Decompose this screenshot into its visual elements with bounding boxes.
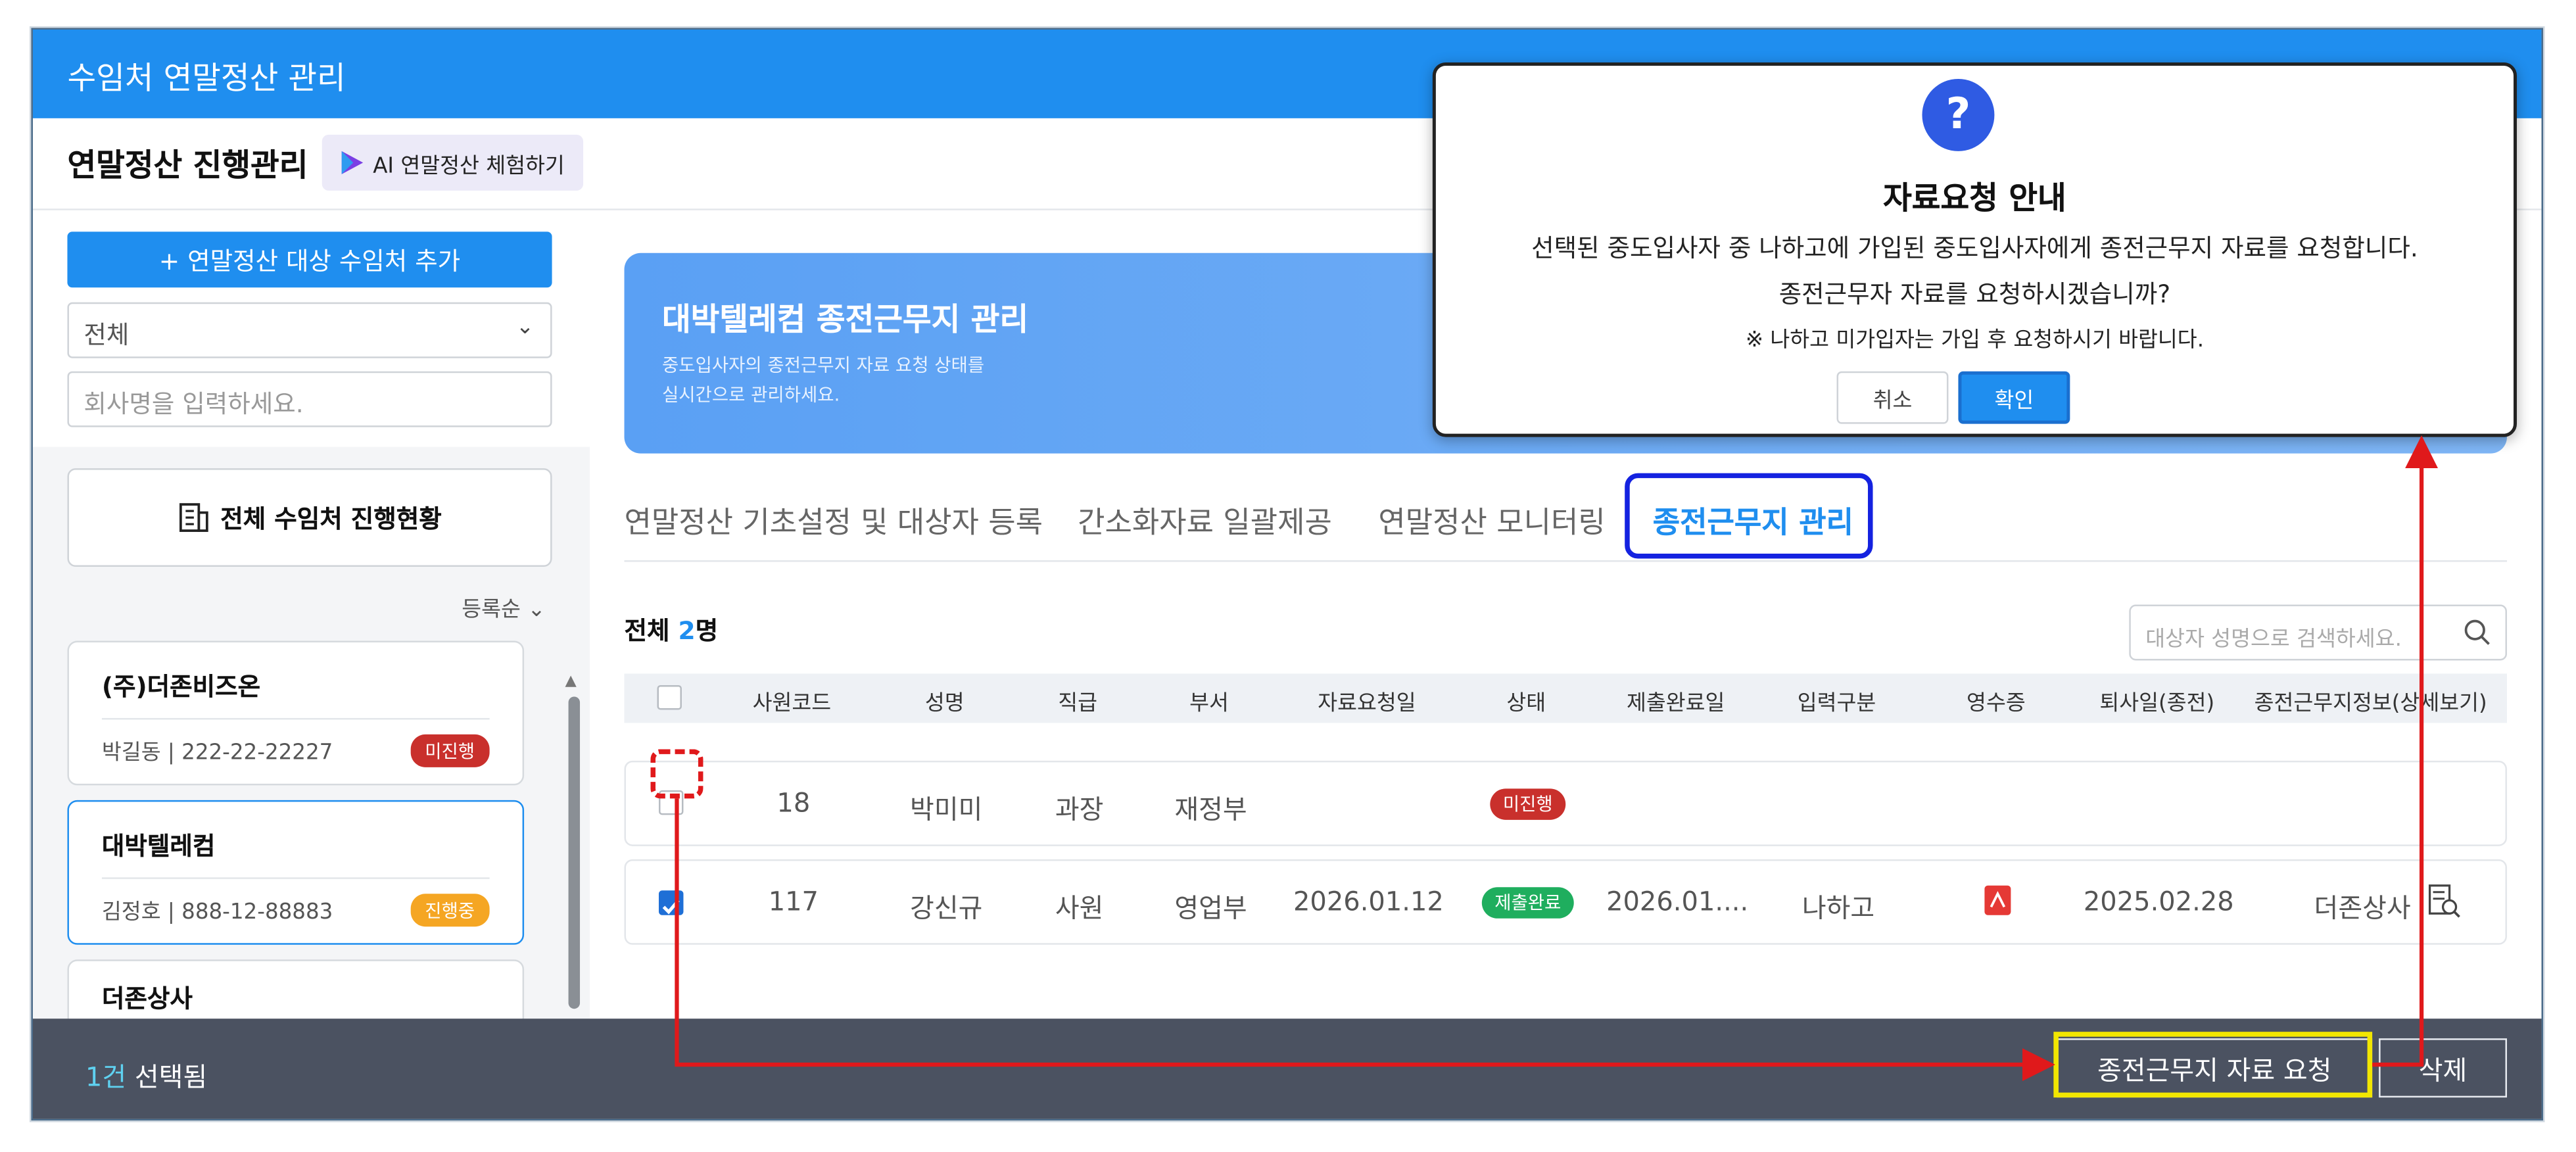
all-clients-status-label: 전체 수임처 진행현황: [220, 503, 442, 533]
employee-code: 117: [768, 885, 819, 917]
selection-count: 1건 선택됨: [85, 1055, 207, 1094]
ai-trial-label: AI 연말정산 체험하기: [373, 153, 565, 179]
sort-dropdown[interactable]: 등록순 ⌄: [462, 592, 545, 623]
employee-name: 박미미: [910, 793, 983, 825]
request-date: 2026.01.12: [1293, 885, 1444, 917]
client-filter-select[interactable]: 전체 ⌄: [67, 302, 552, 358]
status-badge: 미진행: [1489, 788, 1566, 820]
tab-bar: 연말정산 기초설정 및 대상자 등록 간소화자료 일괄제공 연말정산 모니터링 …: [624, 473, 2508, 562]
previous-company: 더존상사: [2314, 892, 2411, 924]
dialog-message: 선택된 중도입사자 중 나하고에 가입된 중도입사자에게 종전근무지 자료를 요…: [1531, 233, 2418, 263]
dialog-title: 자료요청 안내: [1883, 180, 2066, 217]
table-row[interactable]: 117 강신규 사원 영업부 2026.01.12 제출완료 2026.01..…: [624, 859, 2508, 945]
tab-monitoring[interactable]: 연말정산 모니터링: [1378, 500, 1605, 542]
detail-view-icon[interactable]: [2427, 884, 2463, 926]
select-all-checkbox[interactable]: [657, 684, 682, 710]
annotation-button-highlight: [2053, 1032, 2373, 1098]
client-name: 대박텔레컴: [101, 831, 216, 861]
employee-name: 강신규: [910, 892, 983, 924]
annotation-checkbox-highlight: [650, 749, 704, 799]
client-info: 김정호 | 888-12-88883: [101, 900, 333, 925]
dialog-note: ※ 나하고 미가입자는 가입 후 요청하시기 바랍니다.: [1745, 328, 2205, 354]
column-header: 종전근무지정보(상세보기): [2254, 691, 2487, 717]
scroll-up-icon[interactable]: ▲: [565, 673, 577, 690]
status-cell: 미진행: [1462, 785, 1594, 820]
column-header: 입력구분: [1797, 691, 1876, 717]
delete-button[interactable]: 삭제: [2379, 1038, 2508, 1098]
client-name: (주)더존비즈온: [101, 671, 261, 702]
chevron-down-icon: ⌄: [515, 315, 535, 341]
status-badge: 미진행: [410, 734, 490, 767]
column-header: 제출완료일: [1626, 691, 1725, 717]
status-badge: 제출완료: [1481, 887, 1575, 919]
client-name: 더존상사: [101, 984, 193, 1014]
tab-highlight-box: [1625, 473, 1873, 559]
client-card-selected[interactable]: 대박텔레컴 김정호 | 888-12-88883 진행중: [67, 800, 525, 945]
status-cell: 제출완료: [1462, 884, 1594, 919]
submit-date: 2026.01....: [1606, 885, 1749, 917]
all-clients-status-button[interactable]: 전체 수임처 진행현황: [67, 468, 552, 567]
building-icon: [179, 503, 209, 532]
search-placeholder: 대상자 성명으로 검색하세요.: [2145, 627, 2402, 652]
count-number: 2: [678, 616, 696, 646]
column-header: 직급: [1058, 691, 1098, 717]
banner-desc-line: 중도입사자의 종전근무지 자료 요청 상태를: [661, 354, 985, 377]
selected-number: 1건: [85, 1061, 127, 1093]
leave-date: 2025.02.28: [2083, 885, 2234, 917]
input-type: 나하고: [1801, 892, 1875, 924]
ai-trial-button[interactable]: AI 연말정산 체험하기: [322, 134, 584, 191]
total-count: 전체 2명: [625, 613, 719, 647]
scrollbar-thumb[interactable]: [568, 696, 581, 1009]
sidebar-controls: + 연말정산 대상 수임처 추가 전체 ⌄ 회사명을 입력하세요.: [32, 210, 590, 447]
table-header: 사원코드 성명 직급 부서 자료요청일 상태 제출완료일 입력구분 영수증 퇴사…: [624, 673, 2508, 723]
column-header: 자료요청일: [1318, 691, 1416, 717]
client-sidebar: + 연말정산 대상 수임처 추가 전체 ⌄ 회사명을 입력하세요. 전체 수임처…: [32, 210, 590, 1105]
add-client-button[interactable]: + 연말정산 대상 수임처 추가: [67, 231, 552, 288]
client-info: 박길동 | 222-22-22227: [101, 740, 333, 766]
row-checkbox-checked[interactable]: [658, 890, 684, 915]
client-filter-value: 전체: [83, 320, 130, 350]
page-title: 연말정산 진행관리: [67, 147, 308, 184]
sort-label: 등록순: [462, 598, 521, 623]
cancel-button[interactable]: 취소: [1836, 371, 1949, 424]
tab-simplified-data[interactable]: 간소화자료 일괄제공: [1078, 500, 1332, 542]
column-header: 성명: [924, 691, 965, 717]
divider: [101, 717, 490, 720]
banner-desc-line: 실시간으로 관리하세요.: [661, 384, 840, 406]
company-search-input[interactable]: 회사명을 입력하세요.: [67, 371, 552, 427]
table-row[interactable]: 18 박미미 과장 재정부 미진행: [624, 760, 2508, 846]
employee-code: 18: [776, 786, 811, 819]
sidebar-scrollbar[interactable]: ▲: [565, 673, 582, 1019]
column-header: 부서: [1189, 691, 1229, 717]
banner-description: 중도입사자의 종전근무지 자료 요청 상태를 실시간으로 관리하세요.: [662, 352, 1040, 411]
banner-title: 대박텔레컴 종전근무지 관리: [661, 302, 1029, 339]
column-header: 상태: [1506, 691, 1546, 717]
question-icon: ?: [1922, 78, 1995, 151]
check-icon: [662, 899, 680, 915]
column-header: 영수증: [1967, 691, 2026, 717]
employee-dept: 영업부: [1174, 892, 1247, 924]
employee-rank: 과장: [1055, 793, 1104, 825]
search-icon[interactable]: [2463, 618, 2493, 648]
status-badge: 진행중: [410, 894, 490, 927]
request-confirm-dialog: ? 자료요청 안내 선택된 중도입사자 중 나하고에 가입된 중도입사자에게 종…: [1432, 62, 2517, 437]
client-card[interactable]: (주)더존비즈온 박길동 | 222-22-22227 미진행: [67, 640, 525, 786]
dialog-message: 종전근무자 자료를 요청하시겠습니까?: [1778, 279, 2171, 309]
pdf-icon[interactable]: [1983, 884, 2013, 923]
count-prefix: 전체: [624, 616, 679, 646]
count-suffix: 명: [695, 616, 719, 646]
employee-rank: 사원: [1055, 892, 1104, 924]
column-header: 사원코드: [752, 691, 832, 717]
employee-dept: 재정부: [1174, 793, 1247, 825]
employee-search-input[interactable]: 대상자 성명으로 검색하세요.: [2129, 604, 2508, 661]
chevron-down-icon: ⌄: [527, 598, 546, 623]
divider: [101, 877, 490, 879]
tab-basic-settings[interactable]: 연말정산 기초설정 및 대상자 등록: [625, 500, 1043, 542]
column-header: 퇴사일(종전): [2099, 691, 2215, 717]
selected-suffix: 선택됨: [126, 1061, 208, 1093]
play-logo-icon: [341, 151, 364, 174]
confirm-button[interactable]: 확인: [1958, 371, 2070, 424]
